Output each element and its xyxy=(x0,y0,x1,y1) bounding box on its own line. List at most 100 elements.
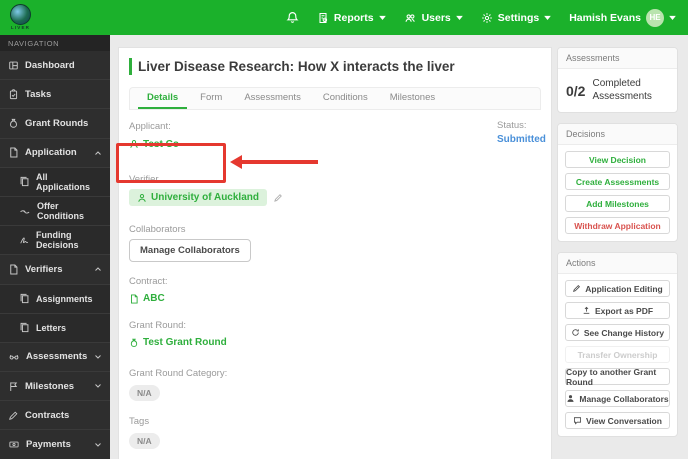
assessments-caption: Completed Assessments xyxy=(592,78,652,102)
sidebar-item-assignments[interactable]: Assignments xyxy=(0,284,110,314)
chevron-up-icon xyxy=(94,150,102,156)
sidebar-item-verifiers[interactable]: Verifiers xyxy=(0,255,110,285)
verifier-label: Verifier xyxy=(129,174,159,185)
sidebar-item-application[interactable]: Application xyxy=(0,139,110,168)
handshake-icon xyxy=(19,206,31,217)
logo-text: LIVER xyxy=(10,25,31,31)
sidebar-item-tasks[interactable]: Tasks xyxy=(0,80,110,110)
grant-round-link[interactable]: Test Grant Round xyxy=(129,337,227,348)
application-editing-button[interactable]: Application Editing xyxy=(565,280,670,297)
sidebar-header: NAVIGATION xyxy=(0,35,110,51)
view-decision-button[interactable]: View Decision xyxy=(565,151,670,168)
create-assessments-button[interactable]: Create Assessments xyxy=(565,173,670,190)
flag-icon xyxy=(8,381,19,392)
assessments-count: 0/2 xyxy=(566,82,586,99)
button-label: View Conversation xyxy=(586,415,662,426)
menu-reports-label: Reports xyxy=(333,11,374,24)
chevron-down-icon xyxy=(94,442,102,448)
menu-reports[interactable]: Reports xyxy=(317,12,386,24)
sidebar-item-offer-conditions[interactable]: Offer Conditions xyxy=(0,196,110,227)
sidebar-item-label: Payments xyxy=(26,439,71,451)
sidebar-item-label: Offer Conditions xyxy=(37,201,84,222)
sidebar-item-letters[interactable]: Letters xyxy=(0,313,110,343)
caret-down-icon xyxy=(544,15,552,20)
document-icon xyxy=(129,293,139,304)
export-icon xyxy=(582,306,591,315)
avatar: HE xyxy=(646,8,664,27)
sidebar-item-label: Letters xyxy=(36,322,67,333)
manage-collaborators-action-button[interactable]: Manage Collaborators xyxy=(565,390,670,407)
sidebar-item-assessments[interactable]: Assessments xyxy=(0,343,110,373)
copy-to-grant-round-button[interactable]: Copy to another Grant Round xyxy=(565,366,670,387)
grant-round-category-field: Grant Round Category: N/A xyxy=(129,368,541,401)
actions-panel-header: Actions xyxy=(558,253,677,274)
add-milestones-button[interactable]: Add Milestones xyxy=(565,195,670,212)
right-sidebar: Assessments 0/2 Completed Assessments De… xyxy=(557,47,678,459)
tab-conditions[interactable]: Conditions xyxy=(314,88,377,109)
sidebar-item-label: Tasks xyxy=(25,88,52,100)
status-field: Status: Submitted xyxy=(497,120,546,145)
status-value-link[interactable]: Submitted xyxy=(497,134,546,145)
grant-round-category-badge: N/A xyxy=(129,384,160,401)
app-logo[interactable]: LIVER xyxy=(10,4,31,31)
contract-field: Contract: ABC xyxy=(129,276,541,309)
export-as-pdf-button[interactable]: Export as PDF xyxy=(565,302,670,319)
logo-globe-icon xyxy=(10,4,31,26)
application-detail-card: Liver Disease Research: How X interacts … xyxy=(118,47,552,459)
manage-collaborators-button[interactable]: Manage Collaborators xyxy=(129,238,251,262)
user-menu[interactable]: Hamish Evans HE xyxy=(569,8,676,27)
sidebar-item-payments[interactable]: Payments xyxy=(0,430,110,459)
caret-down-icon xyxy=(455,15,463,20)
menu-users[interactable]: Users xyxy=(404,12,463,24)
sidebar-item-dashboard[interactable]: Dashboard xyxy=(0,51,110,81)
page-title: Liver Disease Research: How X interacts … xyxy=(138,59,455,74)
pencil-icon xyxy=(572,284,581,293)
document-icon xyxy=(8,147,19,158)
sidebar-item-label: Dashboard xyxy=(25,59,75,71)
tab-assessments[interactable]: Assessments xyxy=(235,88,310,109)
document-icon xyxy=(8,264,19,275)
decisions-panel-header: Decisions xyxy=(558,124,677,145)
grant-round-field: Grant Round: Test Grant Round xyxy=(129,320,541,353)
collaborators-field: Collaborators Manage Collaborators xyxy=(129,224,541,262)
edit-verifier-pencil-icon[interactable] xyxy=(273,193,283,203)
sidebar-item-contracts[interactable]: Contracts xyxy=(0,401,110,431)
view-conversation-button[interactable]: View Conversation xyxy=(565,412,670,429)
tab-details[interactable]: Details xyxy=(138,88,188,109)
verifier-link[interactable]: University of Auckland xyxy=(129,189,267,206)
main-area: Liver Disease Research: How X interacts … xyxy=(110,35,688,459)
caret-down-icon xyxy=(669,15,676,20)
top-bar: LIVER Reports Users Settings Hamish Evan… xyxy=(0,0,688,35)
sidebar-item-label: Funding Decisions xyxy=(36,230,79,251)
pen-icon xyxy=(8,410,19,421)
verifier-value: University of Auckland xyxy=(151,192,259,203)
button-label: See Change History xyxy=(583,327,665,338)
menu-users-label: Users xyxy=(421,11,451,24)
bell-icon[interactable] xyxy=(286,11,299,24)
detail-tabs: Details Form Assessments Conditions Mile… xyxy=(129,87,541,110)
tab-milestones[interactable]: Milestones xyxy=(381,88,444,109)
applicant-link[interactable]: Test Co xyxy=(129,139,179,150)
contract-link[interactable]: ABC xyxy=(129,293,165,304)
pages-icon xyxy=(19,176,30,187)
menu-settings[interactable]: Settings xyxy=(481,11,552,24)
grant-round-label: Grant Round: xyxy=(129,319,187,331)
button-label: Copy to another Grant Round xyxy=(566,366,657,387)
page-body: NAVIGATION Dashboard Tasks Grant Rounds … xyxy=(0,35,688,459)
withdraw-application-button[interactable]: Withdraw Application xyxy=(565,217,670,234)
tasks-icon xyxy=(8,89,19,100)
see-change-history-button[interactable]: See Change History xyxy=(565,324,670,341)
tab-form[interactable]: Form xyxy=(191,88,231,109)
history-icon xyxy=(571,328,580,337)
title-accent-bar xyxy=(129,58,132,75)
sidebar-item-funding-decisions[interactable]: Funding Decisions xyxy=(0,226,110,256)
menu-settings-label: Settings xyxy=(497,11,540,24)
applicant-label: Applicant: xyxy=(129,121,171,132)
collaborators-label: Collaborators xyxy=(129,223,186,235)
sidebar-item-milestones[interactable]: Milestones xyxy=(0,372,110,402)
chevron-down-icon xyxy=(94,354,102,360)
sidebar-item-all-applications[interactable]: All Applications xyxy=(0,167,110,197)
sidebar-item-grant-rounds[interactable]: Grant Rounds xyxy=(0,109,110,139)
sidebar-nav: NAVIGATION Dashboard Tasks Grant Rounds … xyxy=(0,35,110,459)
person-icon xyxy=(129,139,139,149)
